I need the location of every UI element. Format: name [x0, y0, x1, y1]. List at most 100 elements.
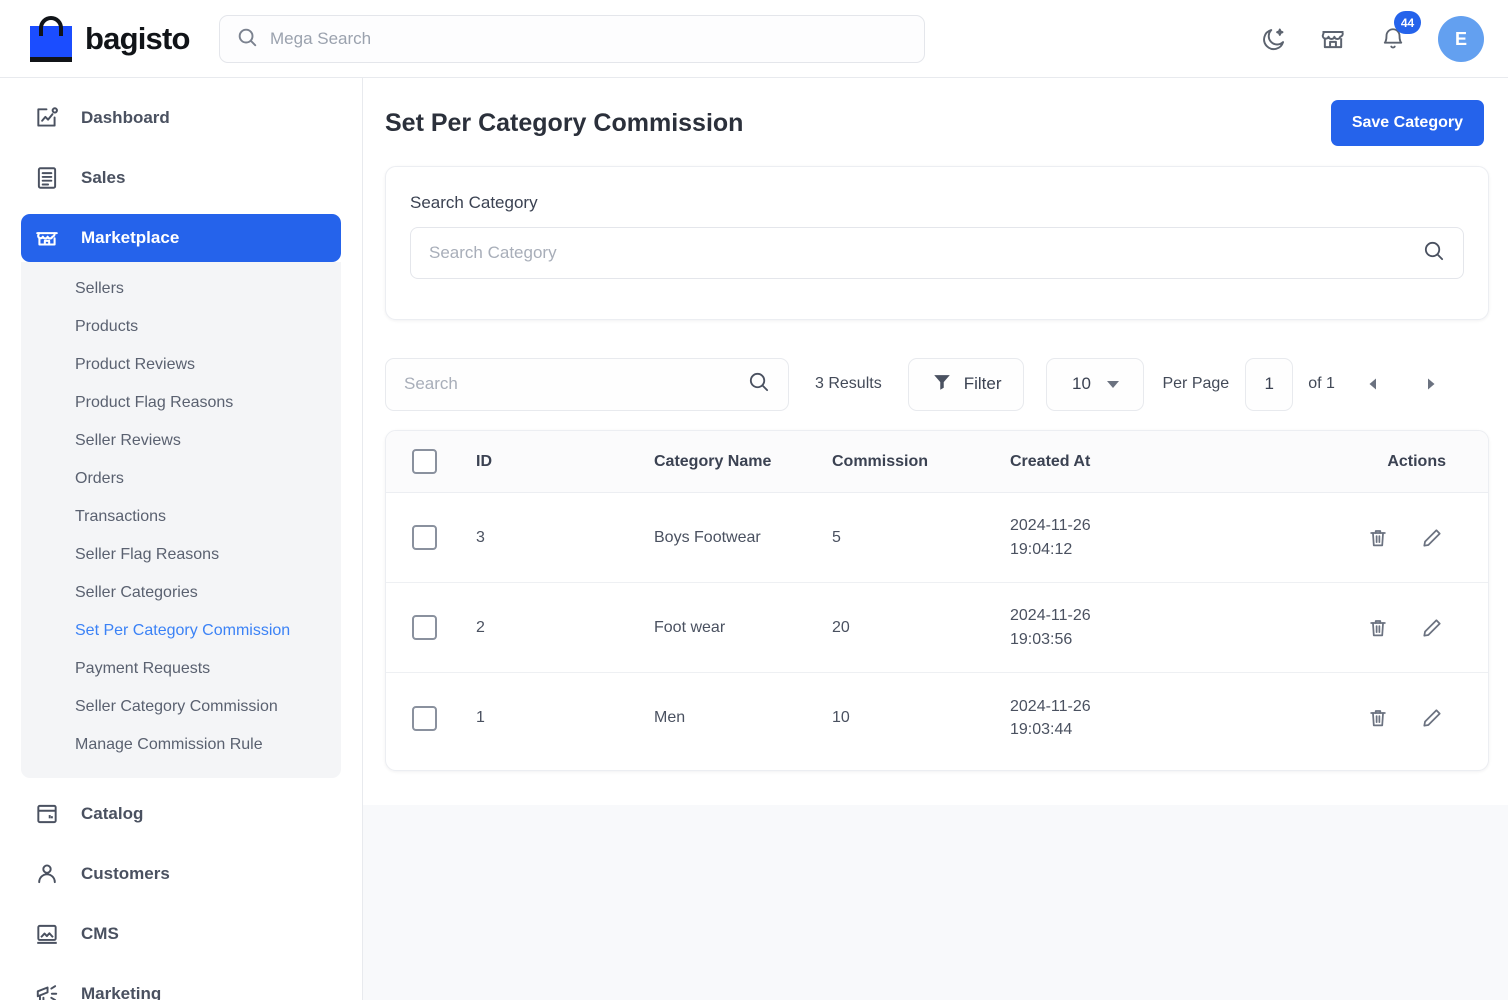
sidebar-subitem-seller-categories[interactable]: Seller Categories [21, 574, 341, 612]
table-header-row: ID Category Name Commission Created At A… [386, 431, 1488, 493]
mega-search[interactable] [219, 15, 925, 63]
page-header: Set Per Category Commission Save Categor… [363, 78, 1508, 168]
cell-id: 3 [476, 528, 485, 546]
sidebar-item-label: Catalog [81, 804, 144, 823]
cell-commission: 20 [832, 618, 850, 636]
previous-page-button[interactable] [1355, 366, 1391, 402]
sidebar-subitem-seller-reviews[interactable]: Seller Reviews [21, 422, 341, 460]
filter-icon [931, 371, 953, 398]
cell-created-date: 2024-11-26 [1010, 697, 1091, 715]
search-icon [236, 26, 258, 53]
delete-icon[interactable] [1364, 524, 1392, 552]
brand-name: bagisto [85, 20, 190, 56]
sidebar-subitem-products[interactable]: Products [21, 308, 341, 346]
sidebar-subitem-manage-commission-rule[interactable]: Manage Commission Rule [21, 726, 341, 764]
brand-logo[interactable]: bagisto [30, 15, 208, 62]
column-header-id: ID [476, 452, 492, 470]
sidebar-subitem-transactions[interactable]: Transactions [21, 498, 341, 536]
sidebar-subitem-payment-requests[interactable]: Payment Requests [21, 650, 341, 688]
search-category-label: Search Category [410, 193, 538, 212]
cell-commission: 10 [832, 709, 850, 726]
sidebar-item-customers[interactable]: Customers [21, 850, 341, 898]
cell-commission: 5 [832, 528, 841, 546]
row-checkbox[interactable] [412, 615, 437, 640]
bell-icon[interactable]: 44 [1378, 11, 1421, 54]
sidebar-item-marketplace[interactable]: Marketplace [21, 214, 341, 262]
filter-button[interactable]: Filter [907, 357, 1025, 411]
edit-icon[interactable] [1418, 704, 1446, 732]
filter-label: Filter [963, 374, 1002, 393]
cell-created-date: 2024-11-26 [1010, 607, 1091, 625]
chevron-down-icon [1106, 380, 1119, 388]
sidebar-subitem-product-reviews[interactable]: Product Reviews [21, 346, 341, 384]
table-search-input[interactable] [404, 374, 747, 394]
sidebar-item-cms[interactable]: CMS [21, 910, 341, 958]
per-page-label: Per Page [1162, 375, 1230, 392]
delete-icon[interactable] [1364, 704, 1392, 732]
per-page-select[interactable]: 10 [1046, 357, 1145, 411]
sidebar-item-label: Marketing [81, 984, 162, 1000]
mega-search-input[interactable] [270, 29, 890, 49]
sidebar-subitem-seller-flag-reasons[interactable]: Seller Flag Reasons [21, 536, 341, 574]
column-header-actions: Actions [1387, 452, 1446, 470]
store-icon[interactable] [1318, 24, 1348, 54]
sidebar-item-dashboard[interactable]: Dashboard [21, 94, 341, 142]
sidebar-item-sales[interactable]: Sales [21, 154, 341, 202]
cell-created-time: 19:04:12 [1010, 540, 1073, 558]
per-page-value: 10 [1072, 374, 1091, 393]
column-header-category-name: Category Name [654, 452, 772, 470]
main-content: Set Per Category Commission Save Categor… [363, 78, 1508, 1000]
table-row: 1 Men 10 2024-11-26 19:03:44 [386, 673, 1488, 763]
total-pages-label: of 1 [1308, 375, 1335, 392]
table-search-field[interactable] [385, 357, 789, 411]
moon-icon[interactable] [1258, 24, 1288, 54]
sidebar: Dashboard Sales Marketplace Sellers Prod… [0, 78, 363, 1000]
cell-created-time: 19:03:56 [1010, 630, 1073, 648]
table-row: 3 Boys Footwear 5 2024-11-26 19:04:12 [386, 493, 1488, 583]
select-all-checkbox[interactable] [412, 449, 437, 474]
marketplace-submenu: Sellers Products Product Reviews Product… [21, 262, 341, 778]
next-page-button[interactable] [1413, 366, 1449, 402]
page-title: Set Per Category Commission [385, 108, 744, 137]
edit-icon[interactable] [1418, 614, 1446, 642]
delete-icon[interactable] [1364, 614, 1392, 642]
search-category-field[interactable] [410, 227, 1464, 279]
cell-created-time: 19:03:44 [1010, 721, 1073, 738]
cell-id: 1 [476, 709, 485, 726]
marketing-icon [33, 980, 61, 1000]
commission-table: ID Category Name Commission Created At A… [385, 430, 1489, 771]
shopping-bag-icon [30, 15, 72, 62]
select-all-cell [386, 449, 476, 474]
sidebar-item-marketing[interactable]: Marketing [21, 970, 341, 1000]
sidebar-item-label: CMS [81, 924, 119, 943]
notification-badge: 44 [1394, 11, 1421, 34]
search-icon[interactable] [747, 370, 770, 398]
row-select-cell [386, 705, 476, 731]
search-icon[interactable] [1422, 239, 1445, 267]
sidebar-subitem-set-per-category-commission[interactable]: Set Per Category Commission [21, 612, 341, 650]
cell-id: 2 [476, 618, 485, 636]
edit-icon[interactable] [1418, 524, 1446, 552]
topbar-actions: 44 E [1258, 0, 1484, 78]
cell-category-name: Men [654, 709, 686, 726]
customers-icon [33, 860, 61, 888]
row-checkbox[interactable] [412, 705, 437, 731]
sidebar-item-catalog[interactable]: Catalog [21, 790, 341, 838]
current-page-input[interactable]: 1 [1245, 357, 1294, 411]
sidebar-subitem-product-flag-reasons[interactable]: Product Flag Reasons [21, 384, 341, 422]
sidebar-item-label: Sales [81, 168, 126, 187]
search-category-input[interactable] [429, 243, 1422, 263]
row-checkbox[interactable] [412, 525, 437, 550]
table-row: 2 Foot wear 20 2024-11-26 19:03:56 [386, 583, 1488, 673]
sales-icon [33, 164, 61, 192]
sidebar-subitem-seller-category-commission[interactable]: Seller Category Commission [21, 688, 341, 726]
save-category-button[interactable]: Save Category [1330, 100, 1484, 146]
sidebar-item-label: Marketplace [81, 228, 180, 247]
avatar[interactable]: E [1438, 16, 1484, 62]
column-header-commission: Commission [832, 452, 929, 470]
sidebar-subitem-sellers[interactable]: Sellers [21, 270, 341, 308]
cell-category-name: Foot wear [654, 618, 726, 636]
sidebar-subitem-orders[interactable]: Orders [21, 460, 341, 498]
cell-created-date: 2024-11-26 [1010, 517, 1091, 535]
search-category-card: Search Category [385, 166, 1489, 320]
